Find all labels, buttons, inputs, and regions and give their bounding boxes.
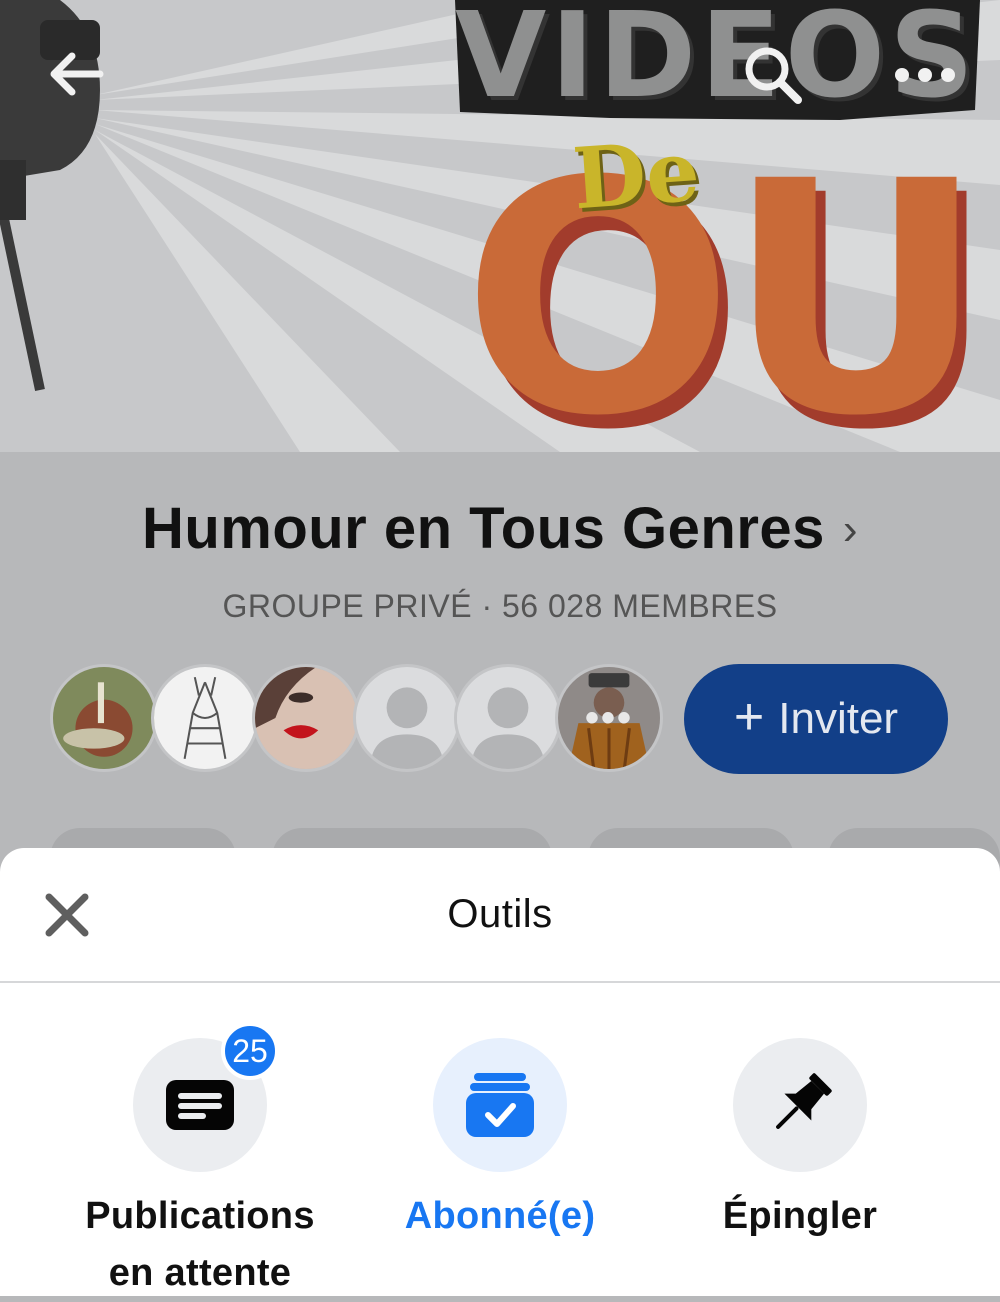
cover-wordmark-ouf: OUF bbox=[462, 114, 1000, 452]
tool-label-line: Publications bbox=[85, 1195, 315, 1237]
group-name[interactable]: Humour en Tous Genres › bbox=[0, 495, 1000, 562]
pending-posts-icon bbox=[166, 1080, 234, 1130]
avatar[interactable] bbox=[50, 664, 158, 772]
tool-subscribed[interactable]: Abonné(e) bbox=[350, 1038, 650, 1245]
more-options-icon[interactable] bbox=[890, 50, 960, 100]
pending-count-badge: 25 bbox=[221, 1022, 279, 1080]
sheet-title: Outils bbox=[447, 892, 553, 936]
tool-label: Épingler bbox=[722, 1195, 878, 1237]
more-members-dots: ••• bbox=[584, 695, 633, 740]
plus-icon: + bbox=[733, 688, 765, 746]
avatar[interactable] bbox=[454, 664, 562, 772]
tool-label: Abonné(e) bbox=[404, 1195, 596, 1237]
avatar[interactable] bbox=[151, 664, 259, 772]
invite-button[interactable]: + Inviter bbox=[684, 664, 948, 774]
sheet-header: Outils bbox=[0, 848, 1000, 983]
avatar[interactable] bbox=[252, 664, 360, 772]
back-arrow-icon[interactable] bbox=[40, 44, 112, 104]
tool-icon-circle bbox=[733, 1038, 867, 1172]
avatar[interactable] bbox=[353, 664, 461, 772]
subscribed-check-icon bbox=[466, 1073, 534, 1137]
avatar-more-members[interactable]: ••• bbox=[555, 664, 663, 772]
tools-bottom-sheet: Outils 25 Publications en attente Abonné… bbox=[0, 848, 1000, 1296]
tool-icon-circle: 25 bbox=[133, 1022, 279, 1172]
group-cover-photo[interactable]: VIDEOS OUF De bbox=[0, 0, 1000, 452]
tool-label-line: en attente bbox=[108, 1252, 292, 1294]
group-name-text: Humour en Tous Genres bbox=[141, 496, 825, 561]
invite-label: Inviter bbox=[778, 694, 899, 743]
search-icon[interactable] bbox=[738, 40, 808, 110]
tool-pin[interactable]: Épingler bbox=[650, 1038, 950, 1245]
group-privacy-members: GROUPE PRIVÉ · 56 028 MEMBRES bbox=[222, 588, 778, 624]
tool-icon-circle bbox=[433, 1038, 567, 1172]
pin-icon bbox=[776, 1073, 832, 1129]
chevron-right-icon: › bbox=[842, 505, 859, 554]
tool-label: Publications en attente bbox=[50, 1188, 350, 1302]
tool-pending-posts[interactable]: 25 Publications en attente bbox=[50, 1022, 350, 1302]
cover-wordmark-de: De bbox=[569, 120, 703, 229]
